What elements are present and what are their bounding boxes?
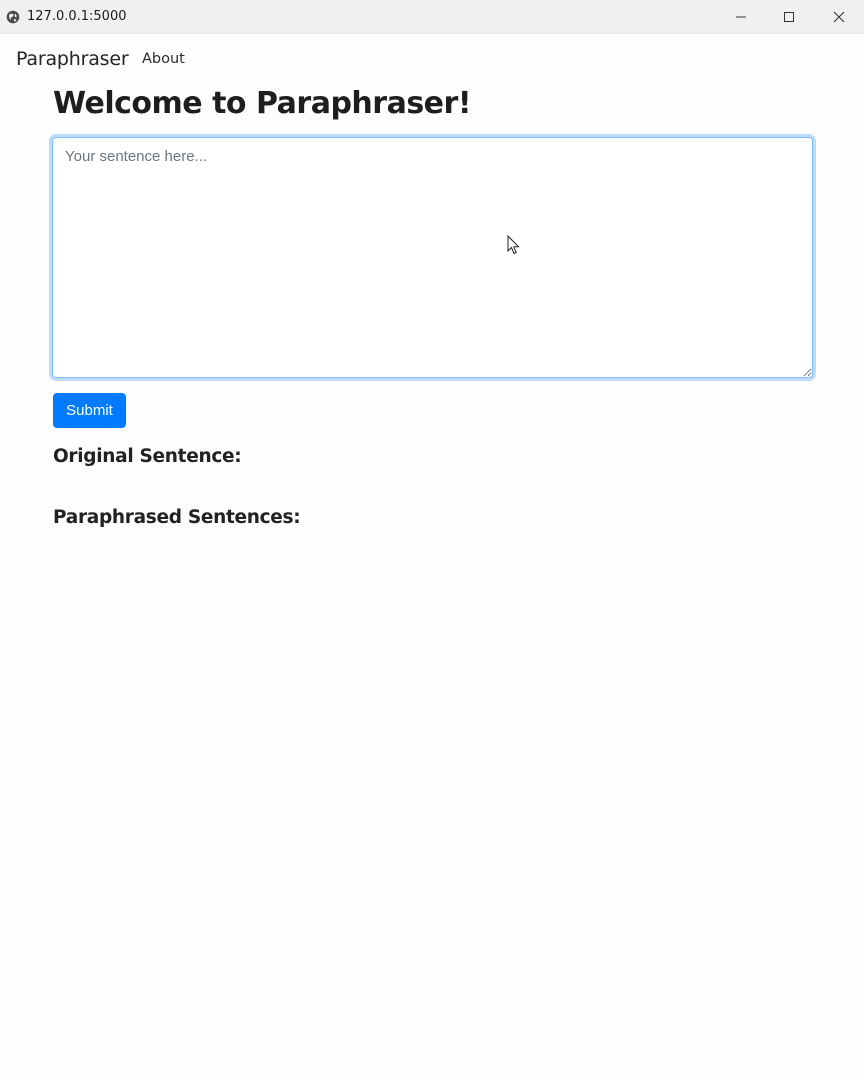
globe-icon [6,10,20,24]
window-title: 127.0.0.1:5000 [27,9,127,24]
navbar-brand[interactable]: Paraphraser [16,48,129,70]
page-title: Welcome to Paraphraser! [53,86,472,121]
minimize-icon [736,16,746,18]
maximize-icon [784,12,794,22]
minimize-button[interactable] [718,0,764,34]
original-sentence-heading: Original Sentence: [53,446,242,467]
sentence-input-wrapper [52,137,813,378]
close-button[interactable] [816,0,862,34]
submit-button[interactable]: Submit [53,393,126,428]
navbar: Paraphraser About [0,34,864,84]
close-icon [833,11,845,23]
sentence-input[interactable] [52,137,813,378]
nav-link-about[interactable]: About [142,51,185,67]
maximize-button[interactable] [766,0,812,34]
window-titlebar: 127.0.0.1:5000 [0,0,864,34]
paraphrased-sentences-heading: Paraphrased Sentences: [53,507,301,528]
